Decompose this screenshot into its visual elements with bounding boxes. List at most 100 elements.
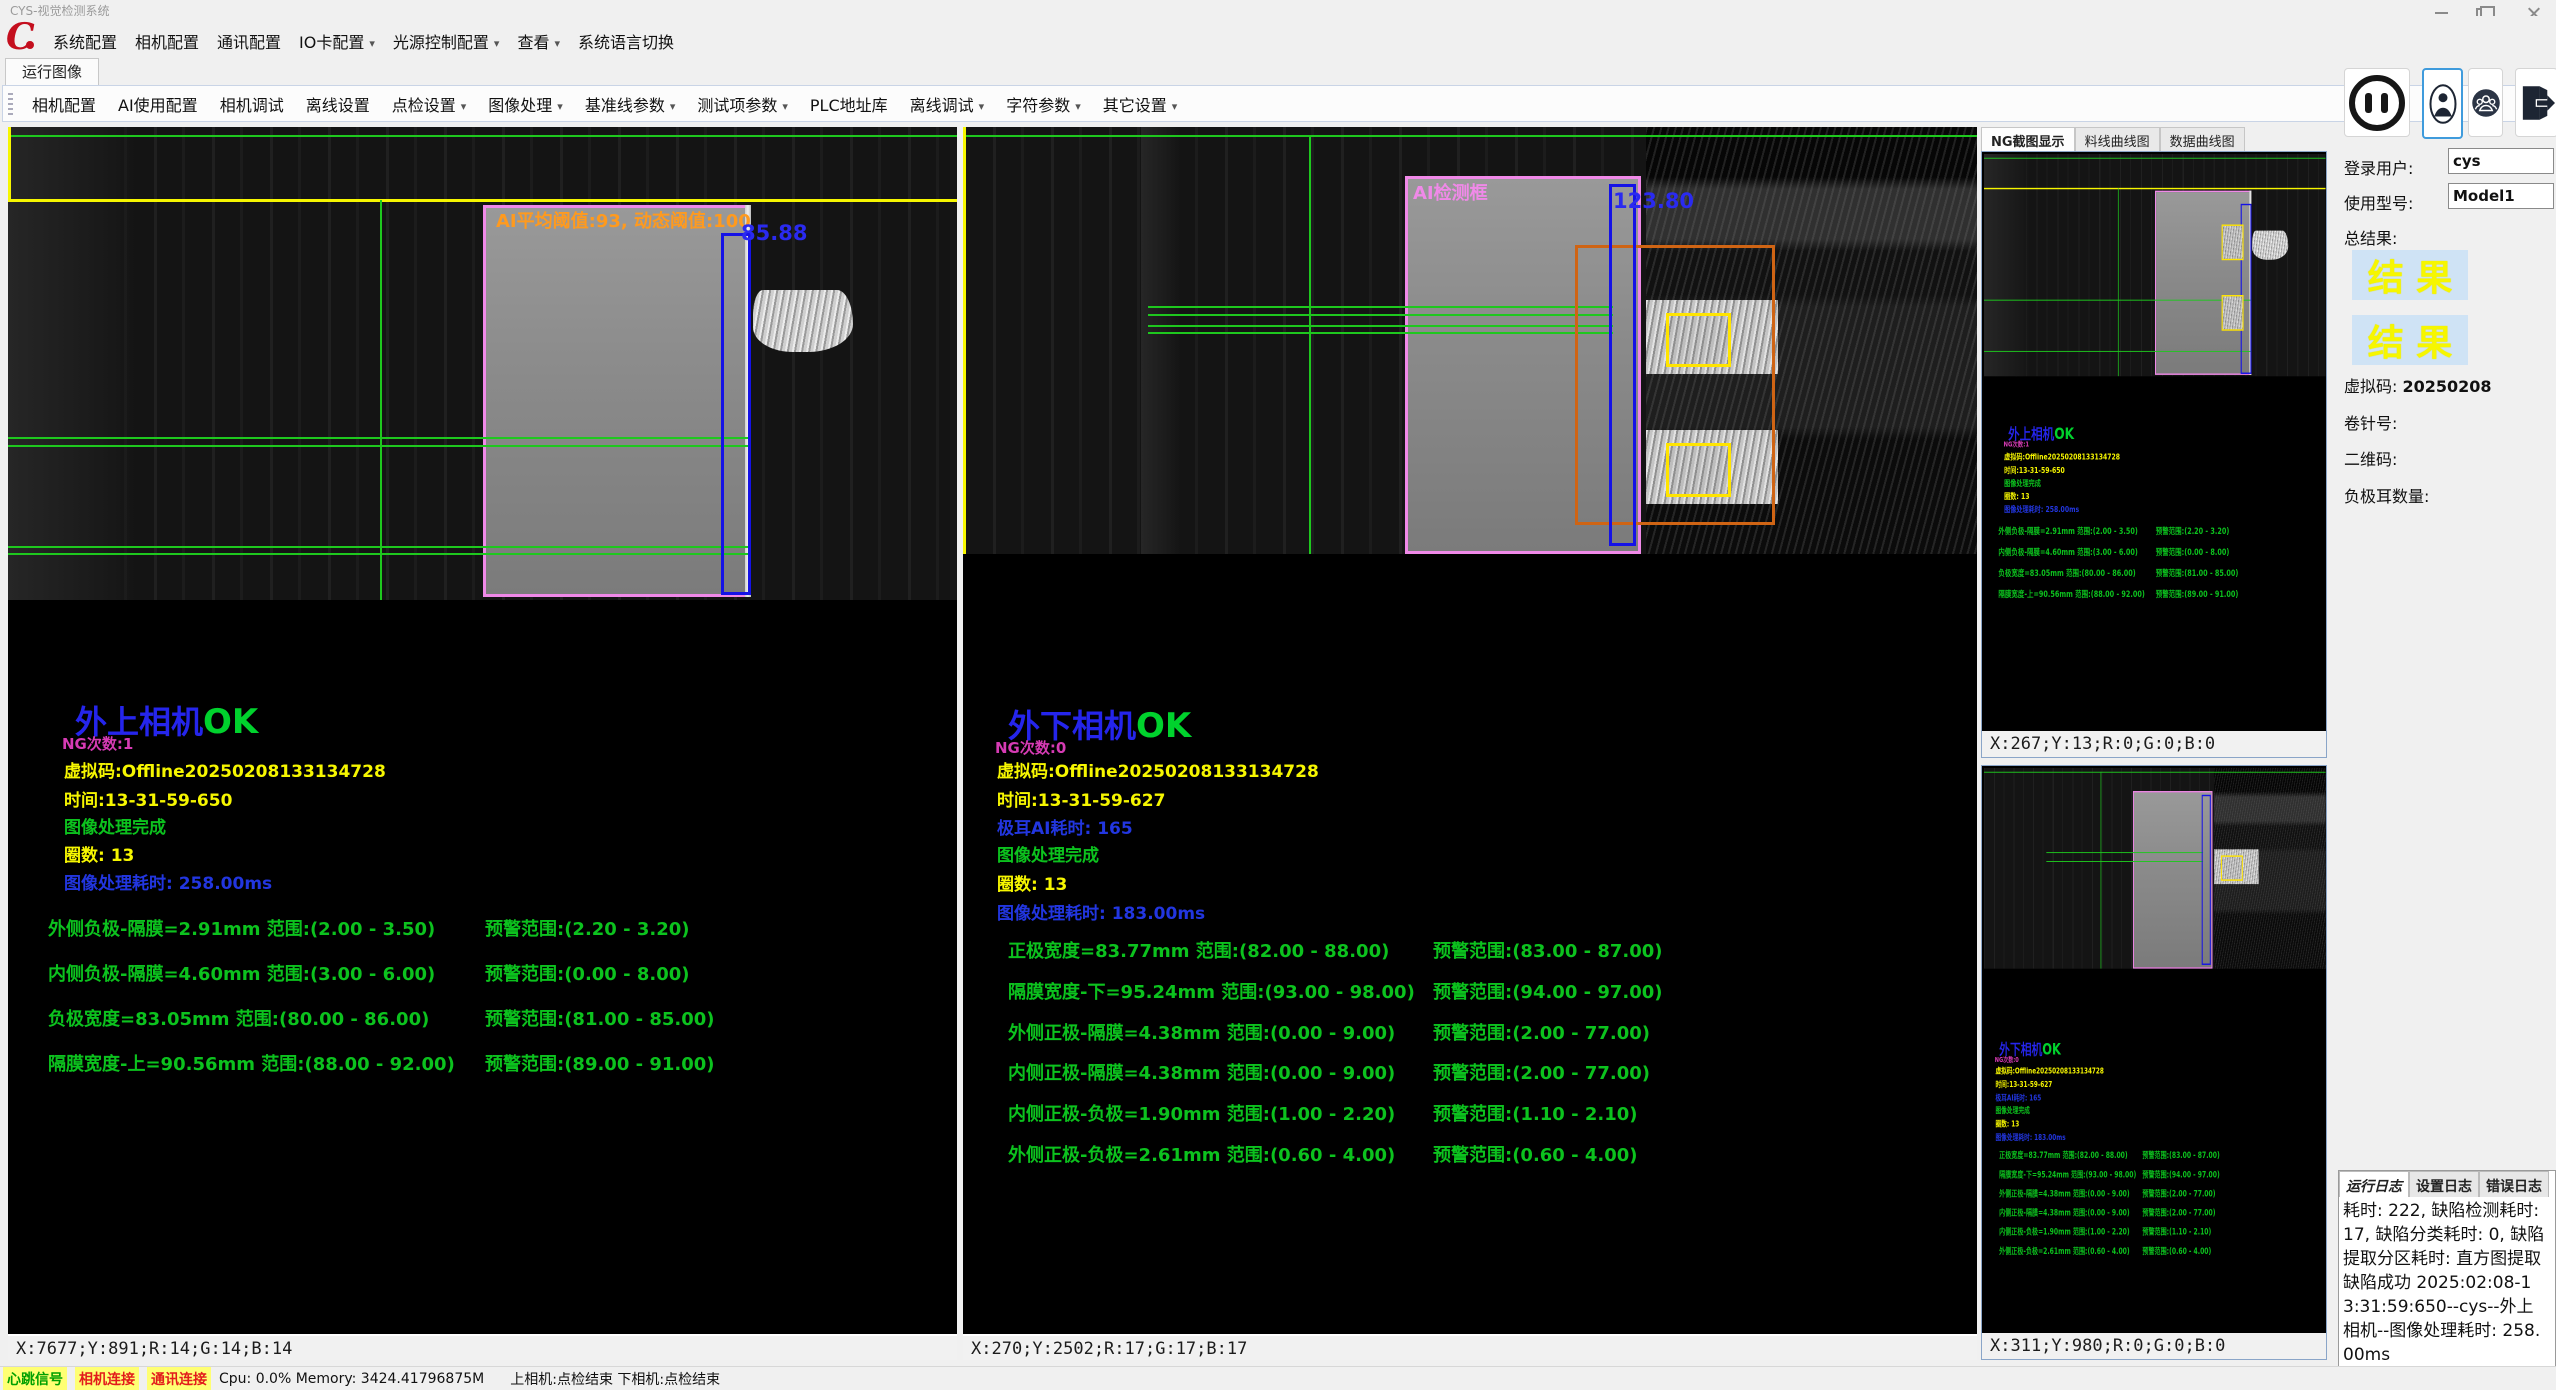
warning-range: 预警范围:(89.00 - 91.00): [485, 1050, 715, 1076]
total-result-label: 总结果:: [2344, 225, 2397, 249]
ng-preview-lower[interactable]: 外下相机OK NG次数:0 虚拟码:Offline202502081331347…: [1981, 765, 2327, 1360]
toolbar-grip-handle[interactable]: [8, 93, 13, 115]
toolbar-item-camera-config[interactable]: 相机配置: [21, 92, 107, 116]
warning-range: 预警范围:(2.20 - 3.20): [485, 915, 689, 941]
warning-range: 预警范围:(0.60 - 4.00): [1433, 1141, 1637, 1167]
app-logo-icon: C: [6, 18, 36, 56]
tab-material-curve[interactable]: 料线曲线图: [2075, 127, 2160, 151]
view-tab-row: 运行图像: [0, 58, 2556, 85]
tab-ng-screenshot[interactable]: NG截图显示: [1981, 127, 2075, 151]
process-done-line: 图像处理完成: [997, 841, 1099, 866]
measurement-row: 外侧正极-隔膜=4.38mm 范围:(0.00 - 9.00): [1008, 1019, 1395, 1045]
tab-ai-time-line: 极耳AI耗时: 165: [997, 814, 1133, 839]
menu-item-camera-config[interactable]: 相机配置: [126, 26, 208, 56]
log-text: 耗时: 222, 缺陷检测耗时: 17, 缺陷分类耗时: 0, 缺陷提取分区耗时…: [2343, 1199, 2547, 1385]
process-done-line: 图像处理完成: [64, 813, 166, 838]
virtual-code-label: 虚拟码: 20250208: [2344, 373, 2492, 397]
process-time-line: 图像处理耗时: 183.00ms: [997, 899, 1205, 924]
toolbar-item-char-params[interactable]: 字符参数: [995, 92, 1092, 116]
measurement-row: 内侧负极-隔膜=4.60mm 范围:(3.00 - 6.00): [48, 960, 435, 986]
login-user-field[interactable]: [2448, 148, 2554, 174]
pause-icon: [2349, 75, 2405, 131]
ng-count: NG次数:1: [62, 733, 133, 754]
pixel-coordinates: X:7677;Y:891;R:14;G:14;B:14: [8, 1334, 957, 1360]
camera-connect-status-badge: 相机连接: [75, 1367, 139, 1390]
minimize-icon: [2435, 12, 2448, 14]
menu-items: 系统配置 相机配置 通讯配置 IO卡配置 光源控制配置 查看 系统语言切换: [44, 26, 683, 56]
virtual-code-value: 20250208: [2403, 377, 2492, 396]
status-bar: 心跳信号 相机连接 通讯连接 Cpu: 0.0% Memory: 3424.41…: [0, 1366, 2556, 1390]
time-line: 时间:13-31-59-650: [64, 786, 232, 811]
result-box-lower: 结 果: [2352, 315, 2468, 365]
measurement-row: 正极宽度=83.77mm 范围:(82.00 - 88.00): [1008, 937, 1389, 963]
tab-yellow-box: [1666, 443, 1731, 497]
toolbar-item-test-item-params[interactable]: 测试项参数: [686, 92, 799, 116]
loop-count-line: 圈数: 13: [64, 841, 134, 866]
info-column: 登录用户: 使用型号: 总结果: 结 果 结 果 虚拟码: 20250208 卷…: [2336, 44, 2556, 1390]
baseline-yellow: [8, 199, 957, 202]
ng-preview-upper[interactable]: 外上相机OK NG次数:1 虚拟码:Offline202502081331347…: [1981, 151, 2327, 758]
menu-item-language-switch[interactable]: 系统语言切换: [569, 26, 683, 56]
measure-blue-rect: [1609, 184, 1636, 546]
camera-ok-status: OK: [203, 702, 258, 742]
tab-error-log[interactable]: 错误日志: [2479, 1171, 2549, 1197]
measurement-row: 隔膜宽度-下=95.24mm 范围:(93.00 - 98.00): [1008, 978, 1415, 1004]
tab-settings-log[interactable]: 设置日志: [2409, 1171, 2479, 1197]
time-line: 时间:13-31-59-627: [997, 786, 1165, 811]
tab-yellow-box: [1666, 313, 1731, 367]
ai-detect-frame-label: AI检测框: [1413, 179, 1488, 205]
toolbar-item-other-settings[interactable]: 其它设置: [1092, 92, 1189, 116]
roi-pink-box: [483, 205, 751, 597]
camera-ok-status: OK: [1136, 706, 1191, 746]
exit-button[interactable]: [2515, 68, 2556, 137]
toolbar-item-baseline-params[interactable]: 基准线参数: [574, 92, 687, 116]
measurement-row: 内侧正极-隔膜=4.38mm 范围:(0.00 - 9.00): [1008, 1059, 1395, 1085]
measure-value-label: 123.80: [1613, 189, 1694, 213]
pause-button[interactable]: [2344, 68, 2410, 137]
tab-run-image[interactable]: 运行图像: [5, 58, 99, 85]
toolbar-item-plc-address-lib[interactable]: PLC地址库: [799, 92, 899, 116]
ai-threshold-label: AI平均阈值:93, 动态阈值:100: [496, 207, 751, 233]
lower-camera-image: AI检测框 123.80: [963, 127, 1977, 554]
model-label: 使用型号:: [2344, 190, 2413, 214]
ng-tab-strip: NG截图显示 料线曲线图 数据曲线图: [1981, 127, 2245, 151]
warning-range: 预警范围:(83.00 - 87.00): [1433, 937, 1663, 963]
left-camera-image: AI平均阈值:93, 动态阈值:100 85.88: [8, 127, 957, 600]
users-group-icon: [2471, 88, 2501, 118]
measurement-row: 外侧正极-负极=2.61mm 范围:(0.60 - 4.00): [1008, 1141, 1395, 1167]
toolbar-item-offline-debug[interactable]: 离线调试: [899, 92, 996, 116]
cpu-memory-status: Cpu: 0.0% Memory: 3424.41796875M: [219, 1371, 484, 1387]
menu-bar: C 系统配置 相机配置 通讯配置 IO卡配置 光源控制配置 查看 系统语言切换: [0, 16, 2556, 58]
exit-door-icon: [2519, 83, 2555, 123]
toolbar-item-spot-check-settings[interactable]: 点检设置: [381, 92, 478, 116]
ng-preview-upper-content: 外上相机OK NG次数:1 虚拟码:Offline202502081331347…: [1984, 154, 2326, 721]
warning-range: 预警范围:(94.00 - 97.00): [1433, 978, 1663, 1004]
warning-range: 预警范围:(1.10 - 2.10): [1433, 1100, 1637, 1126]
ng-count: NG次数:0: [995, 737, 1066, 758]
left-camera-panel[interactable]: AI平均阈值:93, 动态阈值:100 85.88 外上相机OK NG次数:1 …: [8, 127, 957, 1360]
pixel-coordinates: X:267;Y:13;R:0;G:0;B:0: [1982, 731, 2326, 757]
current-user-button[interactable]: [2422, 68, 2463, 139]
measurement-row: 内侧正极-负极=1.90mm 范围:(1.00 - 2.20): [1008, 1100, 1395, 1126]
menu-item-light-control-config[interactable]: 光源控制配置: [384, 26, 509, 56]
measure-value-label: 85.88: [741, 221, 807, 245]
tab-run-log[interactable]: 运行日志: [2339, 1171, 2409, 1197]
title-bar: CYS-视觉检测系统: [0, 0, 2556, 16]
model-field[interactable]: [2448, 183, 2554, 209]
menu-item-comm-config[interactable]: 通讯配置: [208, 26, 290, 56]
toolbar-item-ai-usage-config[interactable]: AI使用配置: [107, 92, 209, 116]
user-management-button[interactable]: [2468, 68, 2503, 137]
warning-range: 预警范围:(0.00 - 8.00): [485, 960, 689, 986]
lower-camera-panel[interactable]: AI检测框 123.80 外下相机OK NG次数:0 虚拟码:Offline20…: [963, 127, 1977, 1360]
winding-needle-label: 卷针号:: [2344, 410, 2397, 434]
ng-display-sidebar: NG截图显示 料线曲线图 数据曲线图: [1981, 127, 2327, 1360]
menu-item-system-config[interactable]: 系统配置: [44, 26, 126, 56]
measure-blue-rect: [721, 233, 751, 595]
toolbar-item-offline-settings[interactable]: 离线设置: [295, 92, 381, 116]
toolbar-item-image-processing[interactable]: 图像处理: [477, 92, 574, 116]
tab-data-curve[interactable]: 数据曲线图: [2160, 127, 2245, 151]
menu-item-io-card-config[interactable]: IO卡配置: [290, 26, 384, 56]
menu-item-view[interactable]: 查看: [508, 26, 569, 56]
toolbar-item-camera-debug[interactable]: 相机调试: [209, 92, 295, 116]
virtual-code-line: 虚拟码:Offline20250208133134728: [64, 757, 386, 782]
